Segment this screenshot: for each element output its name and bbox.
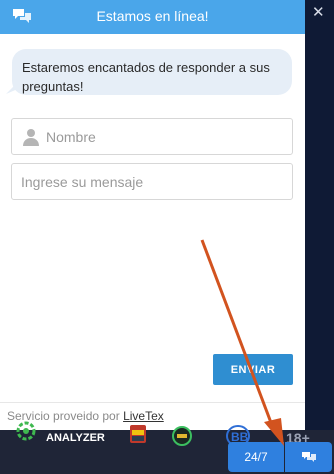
- message-placeholder: Ingrese su mensaje: [21, 173, 144, 190]
- name-placeholder: Nombre: [46, 128, 96, 145]
- casinos-analyzer-logo-icon: [16, 421, 36, 441]
- analyzer-line: ANALYZER: [46, 432, 105, 444]
- message-field[interactable]: Ingrese su mensaje: [11, 163, 293, 200]
- open-chat-button[interactable]: [285, 442, 332, 472]
- casinos-line: CASINOS: [46, 420, 97, 432]
- page-strip: [305, 0, 334, 430]
- chat-widget: Estamos en línea! Estaremos encantados d…: [0, 0, 305, 430]
- livetex-link[interactable]: LiveTex: [123, 409, 164, 423]
- casinos-analyzer-logo: CASINOS ANALYZER: [46, 420, 105, 444]
- cricket-badge-icon: [130, 425, 146, 443]
- send-button[interactable]: ENVIAR: [213, 354, 293, 385]
- close-icon[interactable]: ✕: [312, 3, 325, 21]
- name-field[interactable]: Nombre: [11, 118, 293, 155]
- chat-icon: [301, 452, 316, 462]
- chat-header: Estamos en línea!: [0, 0, 305, 34]
- user-icon: [23, 128, 39, 146]
- chat-title: Estamos en línea!: [96, 8, 209, 24]
- welcome-message: Estaremos encantados de responder a sus …: [12, 49, 292, 95]
- support-hours-button[interactable]: 24/7: [228, 442, 284, 472]
- shield-badge-icon: [172, 426, 192, 446]
